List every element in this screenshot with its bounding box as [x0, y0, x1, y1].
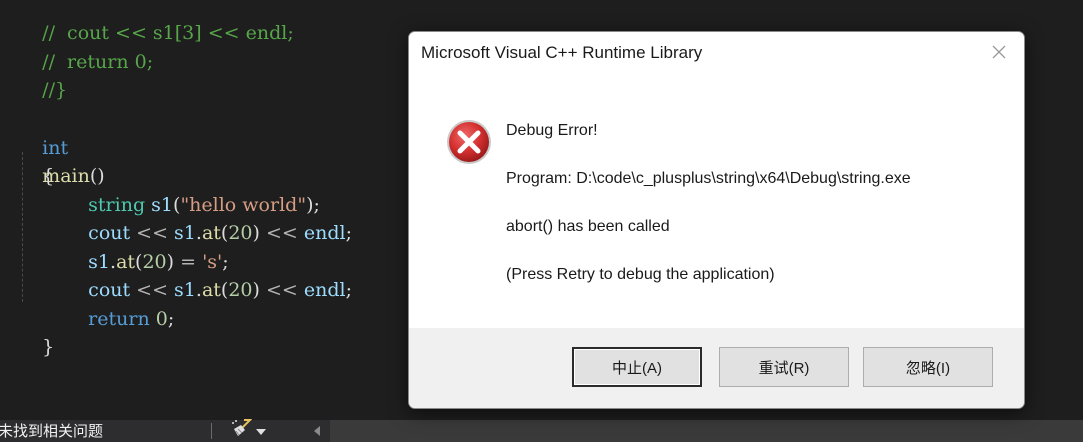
triangle-down-icon	[256, 420, 266, 442]
retry-hint: (Press Retry to debug the application)	[506, 266, 775, 283]
program-path: Program: D:\code\c_plusplus\string\x64\D…	[506, 170, 911, 187]
code-line-3: //}	[18, 48, 67, 101]
code-number: 0	[155, 308, 168, 330]
abort-button[interactable]: 中止(A)	[572, 347, 702, 387]
runtime-error-dialog: Microsoft Visual C++ Runtime Library Deb…	[408, 31, 1025, 409]
code-line-open-brace: {	[18, 134, 54, 187]
code-variable: endl	[303, 279, 346, 301]
code-punctuation: ;	[167, 308, 175, 330]
dialog-titlebar[interactable]: Microsoft Visual C++ Runtime Library	[409, 32, 1024, 76]
code-punctuation: }	[42, 336, 55, 358]
code-number: 20	[228, 279, 253, 301]
dialog-title: Microsoft Visual C++ Runtime Library	[421, 43, 703, 62]
code-line-close-brace: }	[18, 305, 54, 358]
dialog-body: Debug Error! Program: D:\code\c_plusplus…	[409, 76, 1024, 328]
code-line-main: int main()	[18, 106, 105, 187]
code-line-assign: s1.at(20) = 's';	[18, 220, 229, 273]
code-function: at	[201, 279, 221, 301]
status-message: 未找到相关问题	[0, 422, 104, 440]
code-line-cout-1: cout << s1.at(20) << endl;	[18, 191, 352, 244]
status-bar: 未找到相关问题	[0, 419, 1083, 442]
scroll-left-button[interactable]	[308, 422, 326, 440]
error-heading: Debug Error!	[506, 122, 598, 139]
code-line-return: return 0;	[18, 277, 174, 330]
code-variable: s1	[174, 279, 196, 301]
code-line-cout-2: cout << s1.at(20) << endl;	[18, 248, 352, 301]
close-icon	[991, 44, 1007, 64]
code-punctuation: ;	[345, 279, 352, 301]
dialog-footer: 中止(A) 重试(R) 忽略(I)	[409, 328, 1024, 408]
error-icon	[445, 118, 493, 166]
code-punctuation: ;	[345, 222, 352, 244]
close-button[interactable]	[974, 32, 1024, 76]
code-operator: <<	[259, 222, 304, 244]
code-punctuation: )	[252, 222, 260, 244]
code-line-2: // return 0;	[18, 20, 153, 73]
broom-icon	[230, 419, 253, 442]
ignore-button[interactable]: 忽略(I)	[863, 347, 993, 387]
status-separator	[211, 423, 212, 439]
code-cleanup-button[interactable]	[230, 419, 272, 442]
error-message: abort() has been called	[506, 218, 670, 235]
code-variable: endl	[303, 222, 346, 244]
retry-button[interactable]: 重试(R)	[719, 347, 849, 387]
code-line-string-decl: string s1("hello world");	[18, 163, 320, 216]
code-punctuation: )	[252, 279, 260, 301]
horizontal-scrollbar[interactable]	[330, 420, 1083, 442]
triangle-left-icon	[313, 420, 321, 442]
code-comment: //}	[42, 79, 68, 101]
code-number: 20	[228, 222, 253, 244]
code-keyword: return	[88, 308, 150, 330]
code-line-1: // cout << s1[3] << endl;	[18, 0, 294, 44]
code-operator: <<	[259, 279, 304, 301]
